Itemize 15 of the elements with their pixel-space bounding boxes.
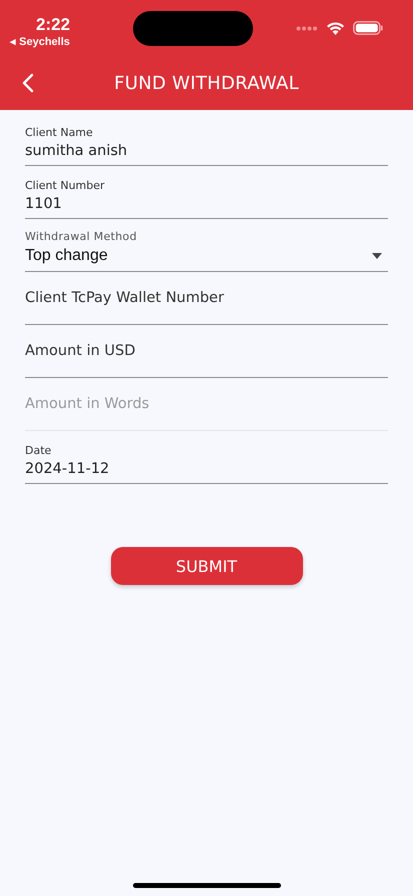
back-icon[interactable] — [22, 73, 34, 93]
text-field[interactable]: Client Name sumitha anish — [25, 113, 388, 166]
wifi-icon — [326, 21, 345, 35]
text-field[interactable]: Client Number 1101 — [25, 166, 388, 219]
dropdown-caret-icon — [372, 253, 382, 259]
input-field[interactable]: Client TcPay Wallet Number — [25, 272, 388, 325]
dropdown-field[interactable]: Withdrawal Method Top change — [25, 219, 388, 272]
submit-button[interactable]: SUBMIT — [110, 547, 302, 585]
cellular-signal-icon — [296, 26, 318, 30]
battery-icon — [353, 21, 383, 35]
back-to-app-link[interactable]: ◂ Seychells — [10, 34, 70, 48]
status-time: 2:22 — [36, 14, 70, 34]
input-field[interactable]: Amount in USD — [25, 325, 388, 378]
text-field[interactable]: Date 2024-11-12 — [25, 431, 388, 484]
screen-title: FUND WITHDRAWAL — [114, 72, 299, 94]
